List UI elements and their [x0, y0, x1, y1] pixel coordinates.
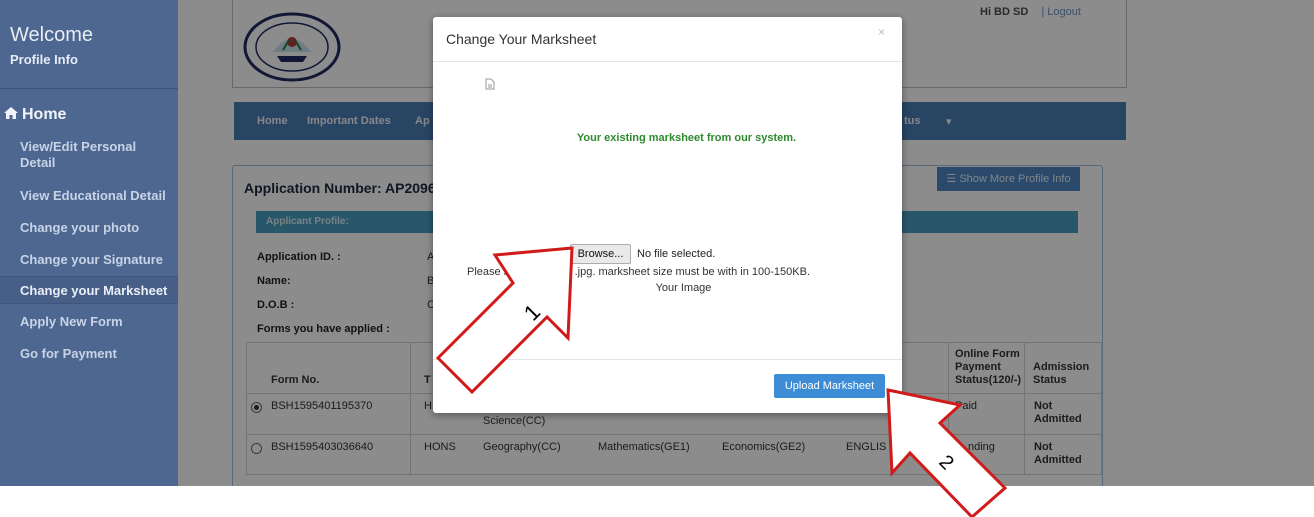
sidebar-item-photo[interactable]: Change your photo [20, 220, 139, 236]
sidebar-item-payment[interactable]: Go for Payment [20, 346, 117, 362]
sidebar: Welcome Profile Info Home View/Edit Pers… [0, 0, 178, 486]
welcome-text: Welcome [10, 24, 93, 46]
page-bottom [0, 486, 1314, 517]
sidebar-home[interactable]: Home [4, 106, 66, 124]
sidebar-item-educational[interactable]: View Educational Detail [20, 188, 166, 204]
file-status-text: No file selected. [637, 248, 716, 260]
home-icon [4, 106, 18, 124]
annotation-arrow-2: 2 [886, 388, 1008, 517]
upload-marksheet-button[interactable]: Upload Marksheet [774, 374, 885, 398]
sidebar-item-apply-form[interactable]: Apply New Form [20, 314, 123, 330]
sidebar-item-signature[interactable]: Change your Signature [20, 252, 163, 268]
sidebar-home-label: Home [22, 106, 67, 123]
broken-image-icon [485, 77, 495, 90]
sidebar-divider [0, 88, 178, 89]
existing-marksheet-text: Your existing marksheet from our system. [576, 132, 797, 144]
close-icon[interactable]: × [878, 25, 885, 39]
page: Welcome Profile Info Home View/Edit Pers… [0, 0, 1314, 517]
sidebar-item-marksheet[interactable]: Change your Marksheet [20, 283, 167, 299]
modal-header-divider [433, 61, 902, 62]
annotation-arrow-1: 1 [435, 246, 574, 395]
sidebar-profile-info[interactable]: Profile Info [10, 52, 78, 67]
sidebar-item-edit-personal[interactable]: View/Edit Personal Detail [20, 139, 150, 171]
modal-title: Change Your Marksheet [446, 31, 597, 47]
